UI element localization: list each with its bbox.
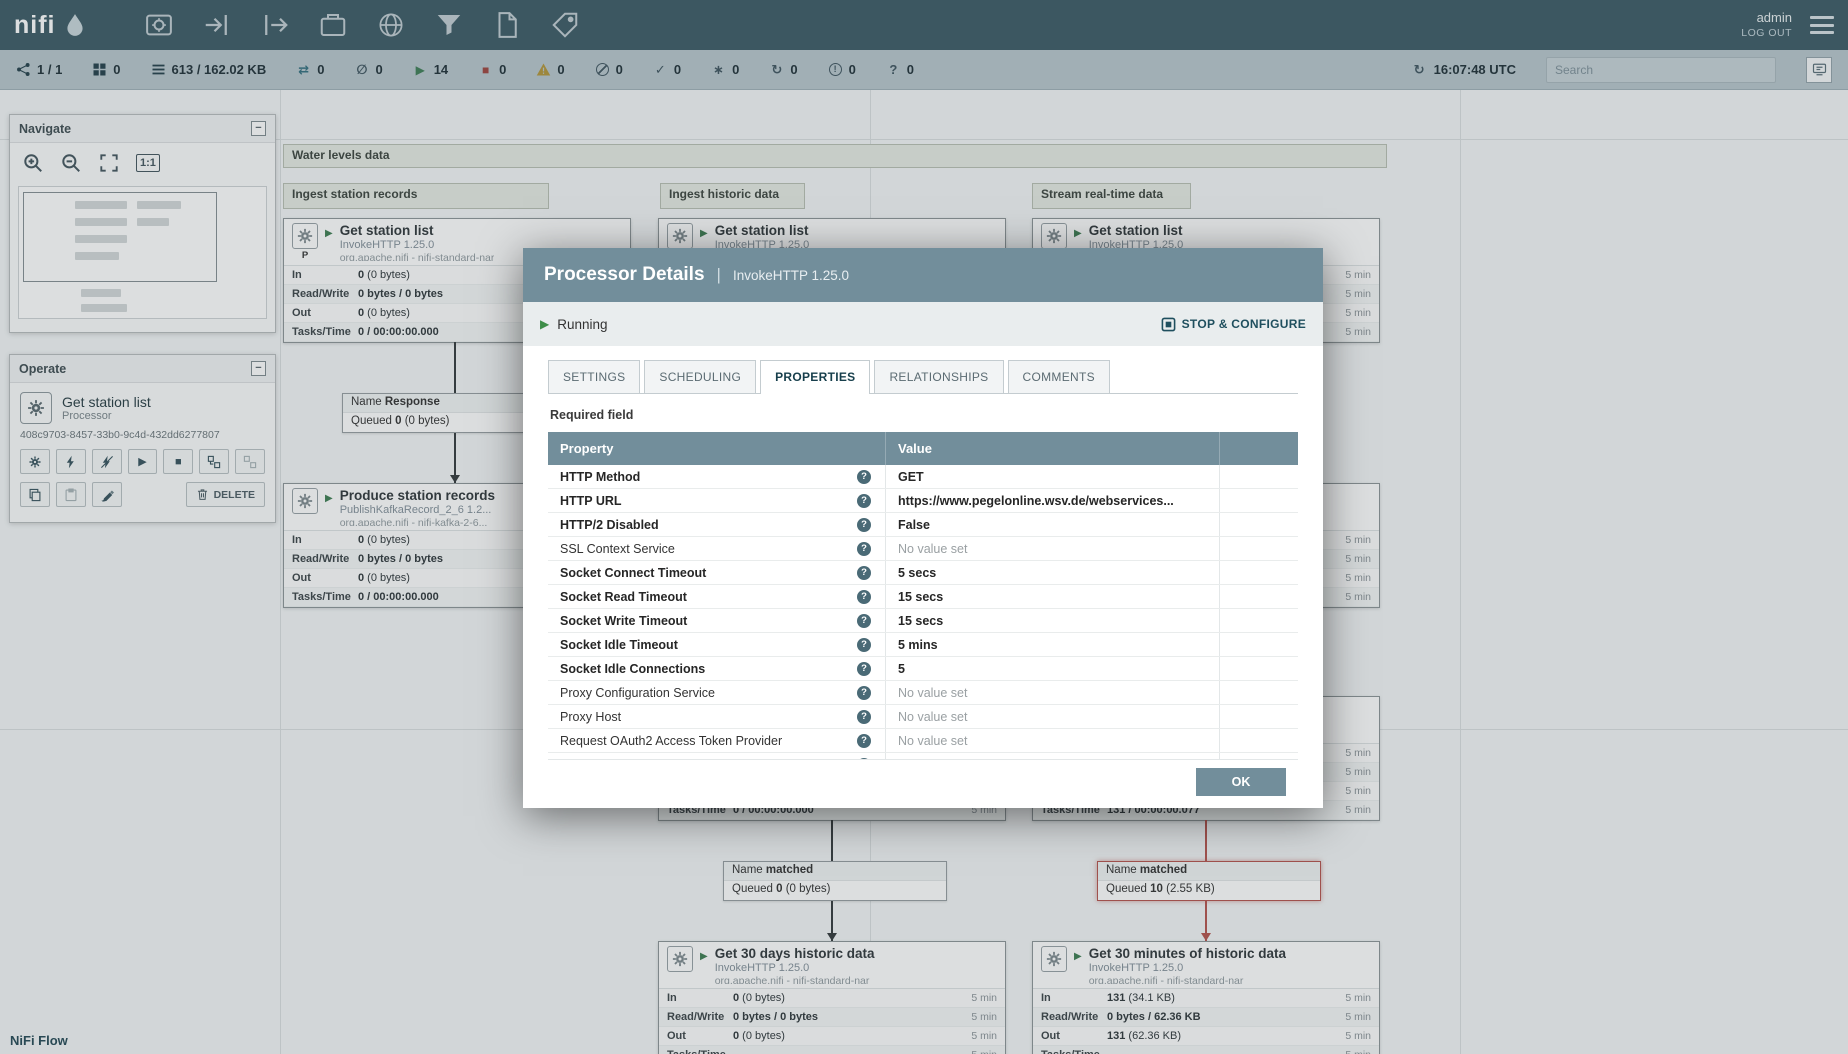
help-icon[interactable]: ? [857, 637, 871, 652]
property-value: 5 secs [885, 561, 1220, 584]
property-name: Socket Read Timeout [560, 589, 687, 604]
property-name: Socket Write Timeout [560, 613, 688, 628]
property-name-cell: Socket Idle Connections? [548, 657, 885, 680]
property-row: Socket Idle Timeout? 5 mins [548, 633, 1298, 657]
property-name: Proxy Configuration Service [560, 685, 715, 700]
property-name-cell: Socket Read Timeout? [548, 585, 885, 608]
property-name: Socket Idle Timeout [560, 637, 678, 652]
help-icon[interactable]: ? [857, 493, 871, 508]
stop-configure-icon [1161, 317, 1176, 332]
property-row: Socket Idle Connections? 5 [548, 657, 1298, 681]
property-value: 5 mins [885, 633, 1220, 656]
dialog-header: Processor Details | InvokeHTTP 1.25.0 [523, 248, 1323, 302]
help-icon[interactable]: ? [857, 565, 871, 580]
property-name: Proxy Host [560, 709, 622, 724]
help-icon[interactable]: ? [857, 613, 871, 628]
property-name: SSL Context Service [560, 541, 675, 556]
property-name: HTTP URL [560, 493, 622, 508]
properties-table: Property Value HTTP Method? GET HTTP URL? h… [548, 432, 1298, 760]
dialog-body: SETTINGS SCHEDULING PROPERTIES RELATIONSHIP… [523, 346, 1323, 808]
property-row: Proxy Configuration Service? No value set [548, 681, 1298, 705]
property-value: False [885, 513, 1220, 536]
property-row: Request Username?No value set [548, 753, 1298, 759]
property-value: 15 secs [885, 609, 1220, 632]
run-status-icon: ▶ [540, 317, 550, 331]
dialog-subtitle: InvokeHTTP 1.25.0 [732, 267, 850, 283]
help-icon[interactable]: ? [857, 709, 871, 724]
property-name-cell: Request Username? [548, 753, 885, 759]
property-row: Socket Connect Timeout? 5 secs [548, 561, 1298, 585]
property-name-cell: Proxy Host? [548, 705, 885, 728]
property-name-cell: Request OAuth2 Access Token Provider? [548, 729, 885, 752]
nifi-app: nifi admin LOG OUT 1 / 1 0 613 / 162.02 KB… [0, 0, 1848, 1054]
property-value: No value set [885, 681, 1220, 704]
dialog-footer: OK [548, 760, 1298, 808]
help-icon[interactable]: ? [857, 517, 871, 532]
property-name-cell: HTTP Method? [548, 465, 885, 488]
dialog-status-row: ▶ Running STOP & CONFIGURE [523, 302, 1323, 346]
property-name-cell: Proxy Configuration Service? [548, 681, 885, 704]
help-icon[interactable]: ? [857, 685, 871, 700]
property-row: HTTP Method? GET [548, 465, 1298, 489]
property-value: 5 [885, 657, 1220, 680]
properties-table-header: Property Value [548, 432, 1298, 465]
property-name-cell: Socket Idle Timeout? [548, 633, 885, 656]
property-row: HTTP/2 Disabled? False [548, 513, 1298, 537]
tab-scheduling[interactable]: SCHEDULING [644, 360, 757, 393]
run-status-text: Running [557, 316, 608, 332]
property-name: HTTP/2 Disabled [560, 517, 659, 532]
property-value: https://www.pegelonline.wsv.de/webservic… [885, 489, 1220, 512]
dialog-title: Processor Details [544, 264, 705, 285]
required-field-label: Required field [550, 408, 634, 422]
property-name: Socket Idle Connections [560, 661, 706, 676]
ok-button[interactable]: OK [1196, 768, 1286, 796]
stop-configure-button[interactable]: STOP & CONFIGURE [1161, 317, 1306, 332]
property-row: SSL Context Service? No value set [548, 537, 1298, 561]
help-icon[interactable]: ? [857, 469, 871, 484]
help-icon[interactable]: ? [857, 661, 871, 676]
property-name-cell: HTTP URL? [548, 489, 885, 512]
property-value: 15 secs [885, 585, 1220, 608]
tab-comments[interactable]: COMMENTS [1007, 360, 1110, 393]
tab-relationships[interactable]: RELATIONSHIPS [874, 360, 1004, 393]
property-name-cell: HTTP/2 Disabled? [548, 513, 885, 536]
help-icon[interactable]: ? [857, 589, 871, 604]
property-row: HTTP URL? https://www.pegelonline.wsv.de/… [548, 489, 1298, 513]
property-name-cell: SSL Context Service? [548, 537, 885, 560]
property-name: Request OAuth2 Access Token Provider [560, 733, 783, 748]
property-row: Proxy Host? No value set [548, 705, 1298, 729]
property-row: Socket Write Timeout? 15 secs [548, 609, 1298, 633]
property-name-cell: Socket Connect Timeout? [548, 561, 885, 584]
property-name-cell: Socket Write Timeout? [548, 609, 885, 632]
processor-details-dialog: Processor Details | InvokeHTTP 1.25.0 ▶ … [523, 248, 1323, 808]
dialog-title-separator: | [716, 265, 721, 284]
help-icon[interactable]: ? [857, 541, 871, 556]
property-name: HTTP Method [560, 469, 641, 484]
property-value: No value set [885, 729, 1220, 752]
tab-settings[interactable]: SETTINGS [548, 360, 641, 393]
property-row: Socket Read Timeout? 15 secs [548, 585, 1298, 609]
dialog-tabs: SETTINGS SCHEDULING PROPERTIES RELATIONSHIP… [548, 360, 1298, 394]
tab-properties[interactable]: PROPERTIES [760, 360, 871, 394]
property-value: No value set [885, 537, 1220, 560]
help-icon[interactable]: ? [857, 733, 871, 748]
property-value: GET [885, 465, 1220, 488]
property-value: No value set [885, 753, 1220, 759]
property-value: No value set [885, 705, 1220, 728]
value-column-header: Value [885, 432, 1220, 465]
property-column-header: Property [560, 441, 614, 456]
property-name: Socket Connect Timeout [560, 565, 707, 580]
property-row: Request OAuth2 Access Token Provider? No … [548, 729, 1298, 753]
